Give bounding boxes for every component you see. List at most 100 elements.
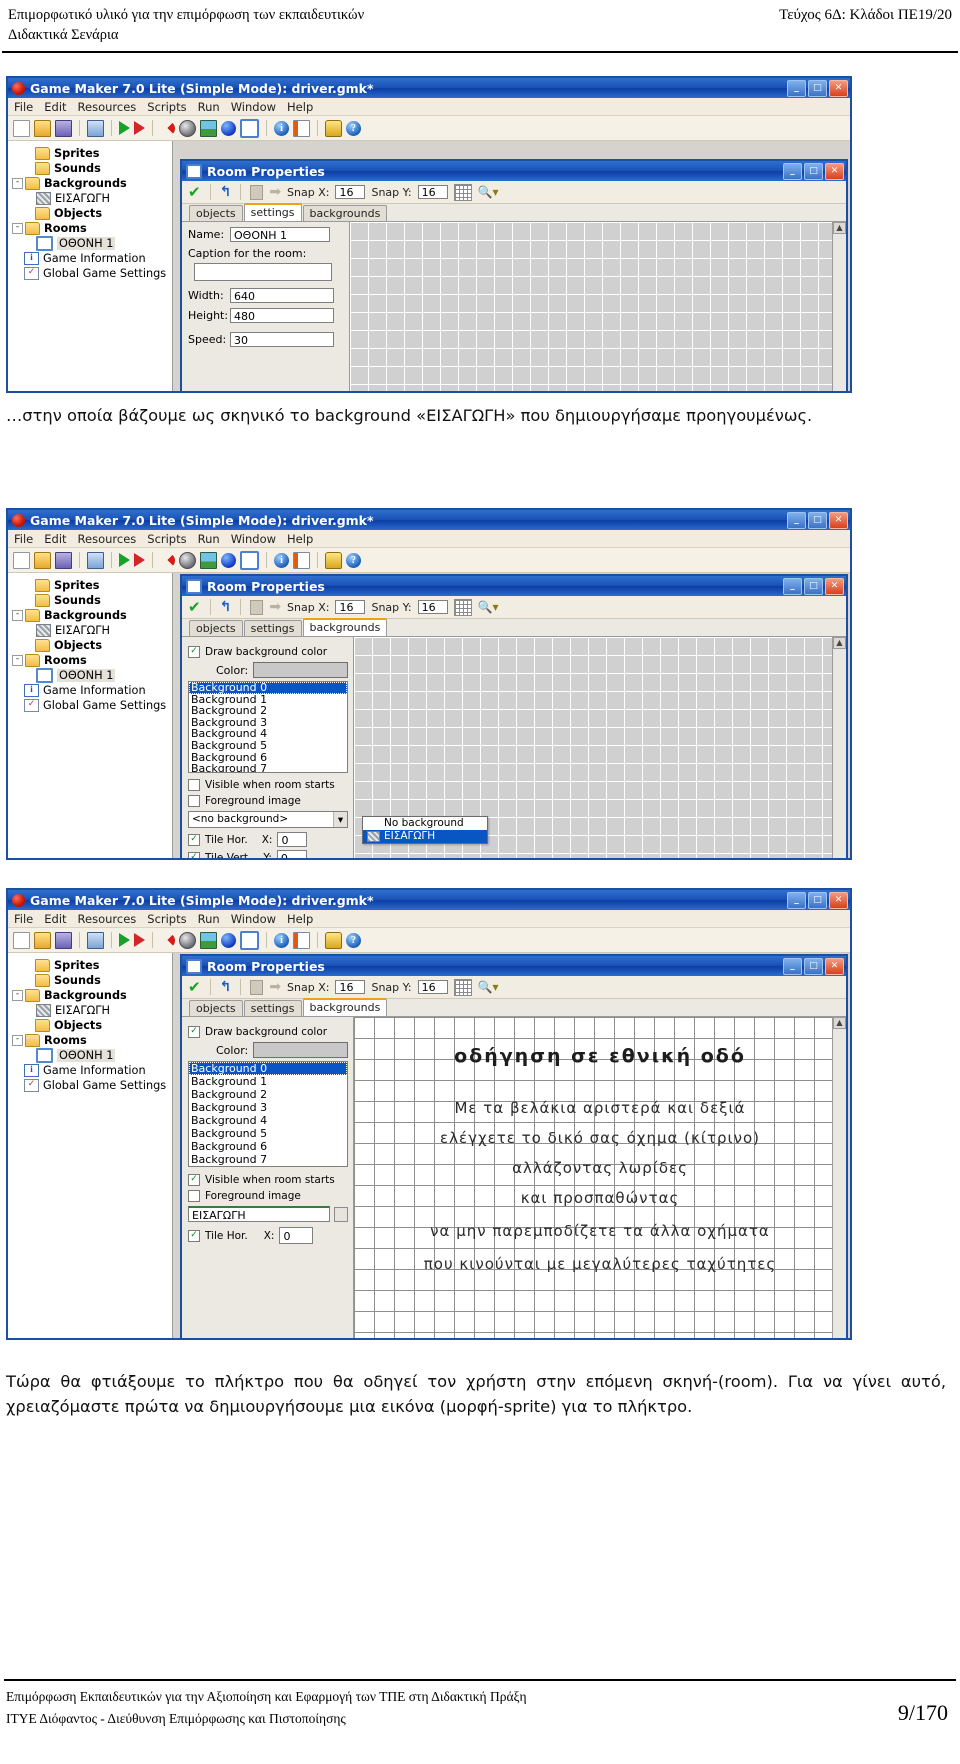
grid-icon[interactable]: [453, 978, 472, 996]
tree-item-objects[interactable]: Objects: [12, 1018, 172, 1033]
menu-item-help[interactable]: Help: [287, 532, 313, 546]
canvas-vertical-scrollbar[interactable]: ▲: [832, 222, 846, 391]
menu-item-file[interactable]: File: [14, 532, 33, 546]
menu-item-window[interactable]: Window: [231, 912, 276, 926]
collapse-toggle[interactable]: -: [12, 990, 23, 1001]
grid-icon[interactable]: [453, 183, 472, 201]
run-icon[interactable]: [119, 121, 130, 135]
new-file-icon[interactable]: [13, 119, 30, 137]
collapse-toggle[interactable]: -: [12, 655, 23, 666]
undo-icon[interactable]: ↰: [220, 600, 232, 614]
room-minimize-button[interactable]: _: [783, 957, 802, 975]
draw-background-color-row[interactable]: ✓ Draw background color: [188, 1026, 348, 1038]
menu-item-resources[interactable]: Resources: [78, 532, 137, 546]
tile-hor-checkbox[interactable]: ✓: [188, 833, 200, 846]
room-properties-window[interactable]: Room Properties _ □ ✕ ✔ ↰ ➡ Snap X: 16 S…: [180, 954, 848, 1338]
background-list[interactable]: Background 0 Background 1 Background 2 B…: [188, 681, 348, 773]
checkmark-icon[interactable]: ✔: [188, 979, 201, 995]
room-toolbar[interactable]: ✔ ↰ ➡ Snap X: 16 Snap Y: 16 🔍▾: [182, 181, 846, 204]
tile-hor-x-input[interactable]: 0: [279, 1227, 314, 1244]
resource-tree[interactable]: Sprites Sounds - Backgrounds ΕΙΣΑΓΩΓΗ Ob…: [8, 141, 173, 391]
close-button[interactable]: ✕: [829, 891, 848, 909]
zoom-icon[interactable]: 🔍▾: [478, 185, 499, 199]
room-tabs[interactable]: objects settings backgrounds: [182, 618, 846, 636]
sound-icon[interactable]: [179, 119, 196, 137]
tile-vert-y-input[interactable]: 0: [276, 850, 307, 858]
draw-background-color-row[interactable]: ✓ Draw background color: [188, 646, 348, 658]
menu-item-run[interactable]: Run: [198, 532, 220, 546]
room-speed-input[interactable]: 30: [230, 332, 334, 347]
room-close-button[interactable]: ✕: [825, 162, 844, 180]
menu-item-scripts[interactable]: Scripts: [147, 100, 186, 114]
menu-item-run[interactable]: Run: [198, 912, 220, 926]
open-folder-icon[interactable]: [34, 119, 51, 137]
game-information-icon[interactable]: i: [274, 120, 289, 136]
room-properties-window[interactable]: Room Properties _ □ ✕ ✔ ↰ ➡ Snap X: 16 S…: [180, 159, 848, 391]
lock-icon[interactable]: [325, 931, 342, 949]
background-list-item[interactable]: Background 6: [189, 1140, 347, 1153]
publish-icon[interactable]: [87, 931, 104, 949]
background-list-item[interactable]: Background 0: [189, 682, 347, 694]
dropdown-item-no-background[interactable]: No background: [363, 817, 487, 830]
arrow-right-icon[interactable]: ➡: [269, 600, 281, 614]
snap-x-input[interactable]: 16: [335, 185, 366, 199]
tab-backgrounds[interactable]: backgrounds: [302, 998, 388, 1016]
dropdown-item-eisagogi[interactable]: ΕΙΣΑΓΩΓΗ: [363, 830, 487, 843]
foreground-image-checkbox[interactable]: [188, 795, 200, 807]
game-maker-window-2[interactable]: Game Maker 7.0 Lite (Simple Mode): drive…: [6, 508, 852, 860]
debug-run-icon[interactable]: [134, 553, 145, 567]
browse-icon[interactable]: [334, 1206, 348, 1222]
tree-item-objects[interactable]: Objects: [12, 206, 172, 221]
canvas-vertical-scrollbar[interactable]: ▲: [832, 1017, 846, 1338]
collapse-toggle[interactable]: -: [12, 1035, 23, 1046]
minimize-button[interactable]: _: [787, 511, 806, 529]
background-icon[interactable]: [200, 551, 217, 569]
room-name-input[interactable]: ΟΘΟΝΗ 1: [230, 227, 330, 242]
publish-icon[interactable]: [87, 551, 104, 569]
background-list-item[interactable]: Background 7: [189, 1153, 347, 1166]
global-game-settings-icon[interactable]: [293, 551, 310, 569]
room-maximize-button[interactable]: □: [804, 957, 823, 975]
background-list-item[interactable]: Background 5: [189, 1127, 347, 1140]
menu-bar[interactable]: File Edit Resources Scripts Run Window H…: [8, 530, 850, 548]
snap-x-input[interactable]: 16: [335, 600, 366, 614]
tree-item-global-game-settings[interactable]: ✓ Global Game Settings: [12, 266, 172, 281]
debug-run-icon[interactable]: [134, 121, 145, 135]
tool-bar[interactable]: i ?: [8, 116, 850, 141]
menu-item-scripts[interactable]: Scripts: [147, 532, 186, 546]
tree-item-backgrounds[interactable]: - Backgrounds: [12, 176, 172, 191]
undo-icon[interactable]: ↰: [220, 980, 232, 994]
maximize-button[interactable]: □: [808, 891, 827, 909]
minimize-button[interactable]: _: [787, 891, 806, 909]
scroll-up-arrow[interactable]: ▲: [833, 1017, 846, 1029]
snap-y-input[interactable]: 16: [417, 980, 448, 994]
save-icon[interactable]: [55, 551, 72, 569]
tree-item-sounds[interactable]: Sounds: [12, 161, 172, 176]
save-icon[interactable]: [55, 119, 72, 137]
sound-icon[interactable]: [179, 931, 196, 949]
lock-icon[interactable]: [325, 119, 342, 137]
visible-when-room-starts-checkbox[interactable]: [188, 779, 200, 791]
room-close-button[interactable]: ✕: [825, 577, 844, 595]
publish-icon[interactable]: [87, 119, 104, 137]
room-toolbar[interactable]: ✔ ↰ ➡ Snap X: 16 Snap Y: 16 🔍▾: [182, 976, 846, 999]
background-list-item[interactable]: Background 5: [189, 740, 347, 752]
tree-item-sprites[interactable]: Sprites: [12, 146, 172, 161]
game-information-icon[interactable]: i: [274, 552, 289, 568]
zoom-icon[interactable]: 🔍▾: [478, 980, 499, 994]
tree-item-eisagogi-background[interactable]: ΕΙΣΑΓΩΓΗ: [12, 1003, 172, 1018]
background-icon[interactable]: [200, 119, 217, 137]
canvas-vertical-scrollbar[interactable]: ▲: [832, 637, 846, 858]
menu-item-resources[interactable]: Resources: [78, 100, 137, 114]
game-maker-window-3[interactable]: Game Maker 7.0 Lite (Simple Mode): drive…: [6, 888, 852, 1340]
snap-x-input[interactable]: 16: [335, 980, 366, 994]
menu-item-window[interactable]: Window: [231, 100, 276, 114]
foreground-image-checkbox[interactable]: [188, 1190, 200, 1202]
room-icon[interactable]: [240, 930, 259, 950]
checkmark-icon[interactable]: ✔: [188, 184, 201, 200]
maximize-button[interactable]: □: [808, 511, 827, 529]
grid-icon[interactable]: [453, 598, 472, 616]
room-toolbar[interactable]: ✔ ↰ ➡ Snap X: 16 Snap Y: 16 🔍▾: [182, 596, 846, 619]
background-dropdown-popup[interactable]: No background ΕΙΣΑΓΩΓΗ: [362, 816, 488, 844]
resource-tree[interactable]: Sprites Sounds - Backgrounds ΕΙΣΑΓΩΓΗ Ob…: [8, 953, 173, 1338]
